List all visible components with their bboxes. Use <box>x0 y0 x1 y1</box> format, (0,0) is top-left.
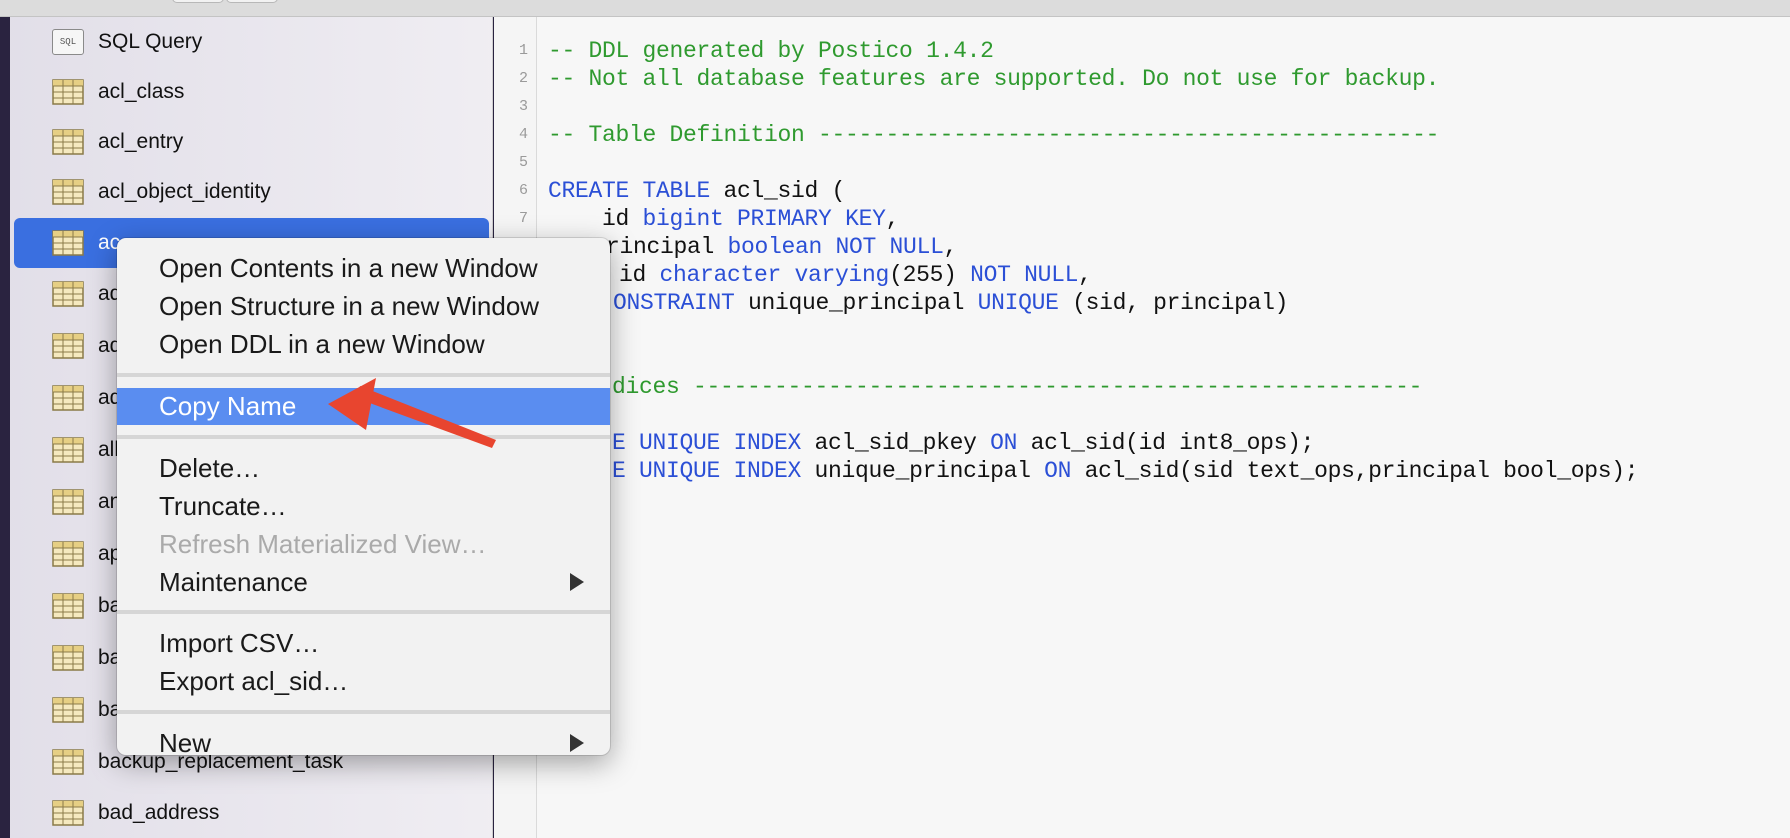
red-arrow-pointer-icon <box>328 378 496 448</box>
